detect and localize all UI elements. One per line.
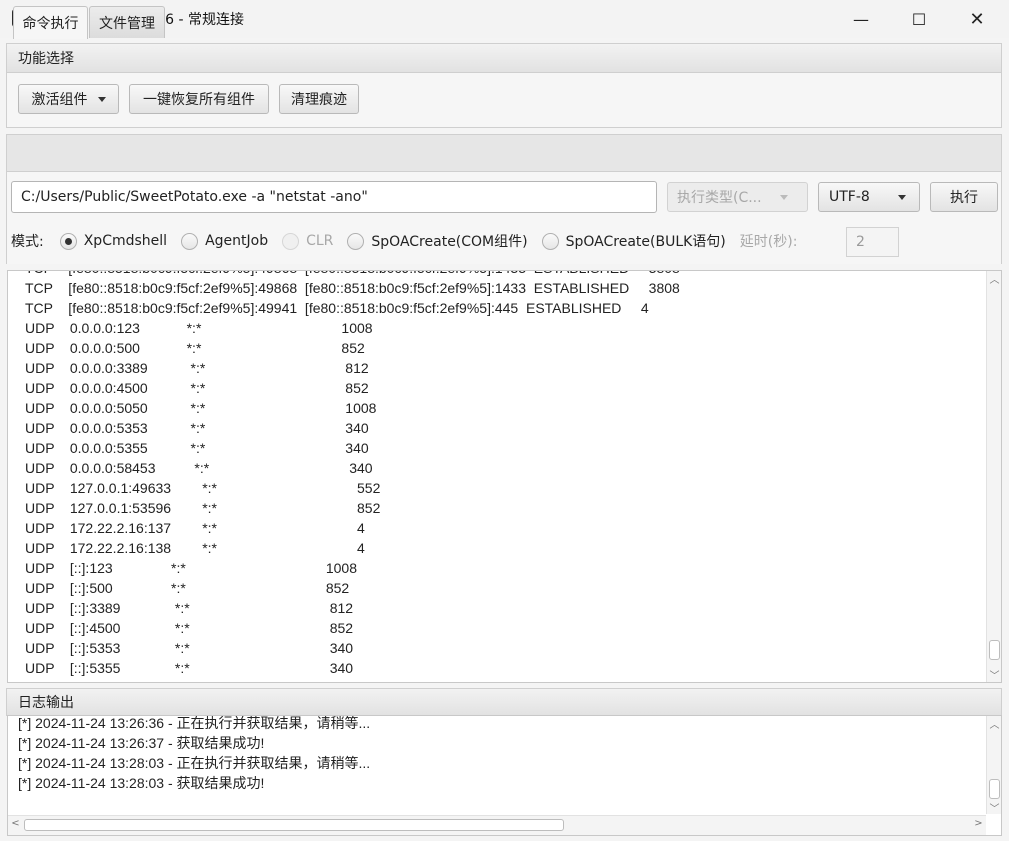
scroll-up-icon[interactable]: ︿ — [987, 271, 1001, 286]
output-line: UDP [::]:123 *:* 1008 — [25, 560, 357, 576]
mode-row: 模式: XpCmdshell AgentJob CLR SpOACreate(C… — [11, 228, 797, 254]
output-line: TCP [fe80::8518:b0c9:f5cf:2ef9%5]:49868 … — [25, 271, 680, 278]
restore-all-components-button[interactable]: 一键恢复所有组件 — [129, 84, 269, 114]
log-output[interactable]: [*] 2024-11-24 13:26:36 - 正在执行并获取结果，请稍等.… — [7, 715, 1002, 836]
radio-icon — [181, 232, 199, 250]
mode-agentjob-radio[interactable]: AgentJob — [181, 232, 269, 250]
mode-option-label: SpOACreate(BULK语句) — [565, 234, 726, 250]
mode-clr-radio: CLR — [282, 232, 334, 250]
chevron-down-icon — [97, 96, 106, 102]
radio-selected-icon — [59, 232, 77, 250]
mode-option-label: AgentJob — [205, 233, 269, 249]
mode-option-label: SpOACreate(COM组件) — [371, 234, 528, 250]
tab-file-management[interactable]: 文件管理 — [89, 6, 165, 38]
chevron-down-icon — [897, 194, 906, 200]
tab-bar — [6, 134, 1002, 172]
log-panel-title: 日志输出 — [18, 695, 74, 711]
chevron-down-icon — [779, 194, 788, 200]
function-panel-title: 功能选择 — [18, 51, 74, 67]
activate-component-dropdown[interactable]: 激活组件 — [18, 84, 119, 114]
execute-button[interactable]: 执行 — [930, 182, 998, 212]
output-line: UDP 172.22.2.16:138 *:* 4 — [25, 540, 365, 556]
output-line: TCP [fe80::8518:b0c9:f5cf:2ef9%5]:49868 … — [25, 280, 680, 296]
radio-icon — [282, 232, 300, 250]
command-input[interactable]: C:/Users/Public/SweetPotato.exe -a "nets… — [11, 181, 657, 213]
output-line: UDP [::]:5355 *:* 340 — [25, 660, 354, 676]
mode-label: 模式: — [11, 234, 44, 250]
scroll-thumb[interactable] — [989, 640, 1000, 660]
output-line: UDP 172.22.2.16:137 *:* 4 — [25, 520, 365, 536]
scroll-right-icon[interactable]: > — [971, 818, 986, 829]
scroll-up-icon[interactable]: ︿ — [987, 716, 1001, 731]
radio-icon — [347, 232, 365, 250]
radio-icon — [541, 232, 559, 250]
output-line: UDP 0.0.0.0:4500 *:* 852 — [25, 380, 369, 396]
log-panel-header: 日志输出 — [6, 688, 1002, 716]
delay-value: 2 — [856, 234, 865, 250]
mode-option-label: XpCmdshell — [83, 233, 168, 249]
mode-option-label: CLR — [306, 233, 334, 249]
clean-traces-button[interactable]: 清理痕迹 — [279, 84, 359, 114]
maximize-button[interactable]: ☐ — [890, 0, 948, 38]
encoding-value: UTF-8 — [829, 189, 870, 205]
output-line: UDP 127.0.0.1:49633 *:* 552 — [25, 480, 381, 496]
close-button[interactable]: ✕ — [948, 0, 1006, 38]
output-line: UDP 0.0.0.0:3389 *:* 812 — [25, 360, 369, 376]
function-panel-header: 功能选择 — [6, 43, 1002, 73]
log-line: [*] 2024-11-24 13:26:36 - 正在执行并获取结果，请稍等.… — [18, 715, 371, 731]
output-line: TCP [fe80::8518:b0c9:f5cf:2ef9%5]:49941 … — [25, 300, 649, 316]
output-line: UDP 127.0.0.1:53596 *:* 852 — [25, 500, 381, 516]
delay-input: 2 — [846, 227, 899, 257]
command-output[interactable]: TCP [fe80::8518:b0c9:f5cf:2ef9%5]:49868 … — [7, 270, 1002, 683]
scroll-thumb[interactable] — [989, 779, 1000, 799]
output-line: UDP 0.0.0.0:500 *:* 852 — [25, 340, 365, 356]
log-vertical-scrollbar[interactable]: ︿ ﹀ — [986, 716, 1001, 815]
command-input-value: C:/Users/Public/SweetPotato.exe -a "nets… — [21, 189, 368, 205]
scroll-thumb[interactable] — [24, 819, 564, 831]
output-line: UDP 0.0.0.0:58453 *:* 340 — [25, 460, 373, 476]
output-line: UDP [::]:3389 *:* 812 — [25, 600, 354, 616]
output-line: UDP 0.0.0.0:5355 *:* 340 — [25, 440, 369, 456]
exec-type-placeholder: 执行类型(C... — [677, 190, 762, 206]
activate-component-label: 激活组件 — [31, 92, 88, 108]
delay-label: 延时(秒): — [739, 234, 798, 250]
output-line: UDP 0.0.0.0:5353 *:* 340 — [25, 420, 369, 436]
output-line: UDP 0.0.0.0:5050 *:* 1008 — [25, 400, 377, 416]
scroll-down-icon[interactable]: ﹀ — [987, 667, 1001, 682]
output-line: UDP 0.0.0.0:123 *:* 1008 — [25, 320, 373, 336]
output-line: UDP [::]:500 *:* 852 — [25, 580, 350, 596]
exec-type-select: 执行类型(C... — [667, 182, 808, 212]
log-line: [*] 2024-11-24 13:28:03 - 获取结果成功! — [18, 775, 265, 791]
log-line: [*] 2024-11-24 13:28:03 - 正在执行并获取结果，请稍等.… — [18, 755, 371, 771]
tab-command-exec[interactable]: 命令执行 — [13, 6, 88, 39]
scroll-down-icon[interactable]: ﹀ — [987, 800, 1001, 815]
mode-xpcmdshell-radio[interactable]: XpCmdshell — [59, 232, 168, 250]
output-line: UDP [::]:4500 *:* 852 — [25, 620, 354, 636]
log-horizontal-scrollbar[interactable]: < > — [8, 815, 986, 835]
scroll-left-icon[interactable]: < — [8, 818, 23, 829]
mode-spoacreate-com-radio[interactable]: SpOACreate(COM组件) — [347, 231, 528, 251]
minimize-button[interactable]: — — [832, 0, 890, 38]
log-line: [*] 2024-11-24 13:26:37 - 获取结果成功! — [18, 735, 265, 751]
output-line: UDP [::]:5353 *:* 340 — [25, 640, 354, 656]
mode-spoacreate-bulk-radio[interactable]: SpOACreate(BULK语句) — [541, 231, 726, 251]
output-vertical-scrollbar[interactable]: ︿ ﹀ — [986, 271, 1001, 682]
encoding-select[interactable]: UTF-8 — [818, 182, 920, 212]
